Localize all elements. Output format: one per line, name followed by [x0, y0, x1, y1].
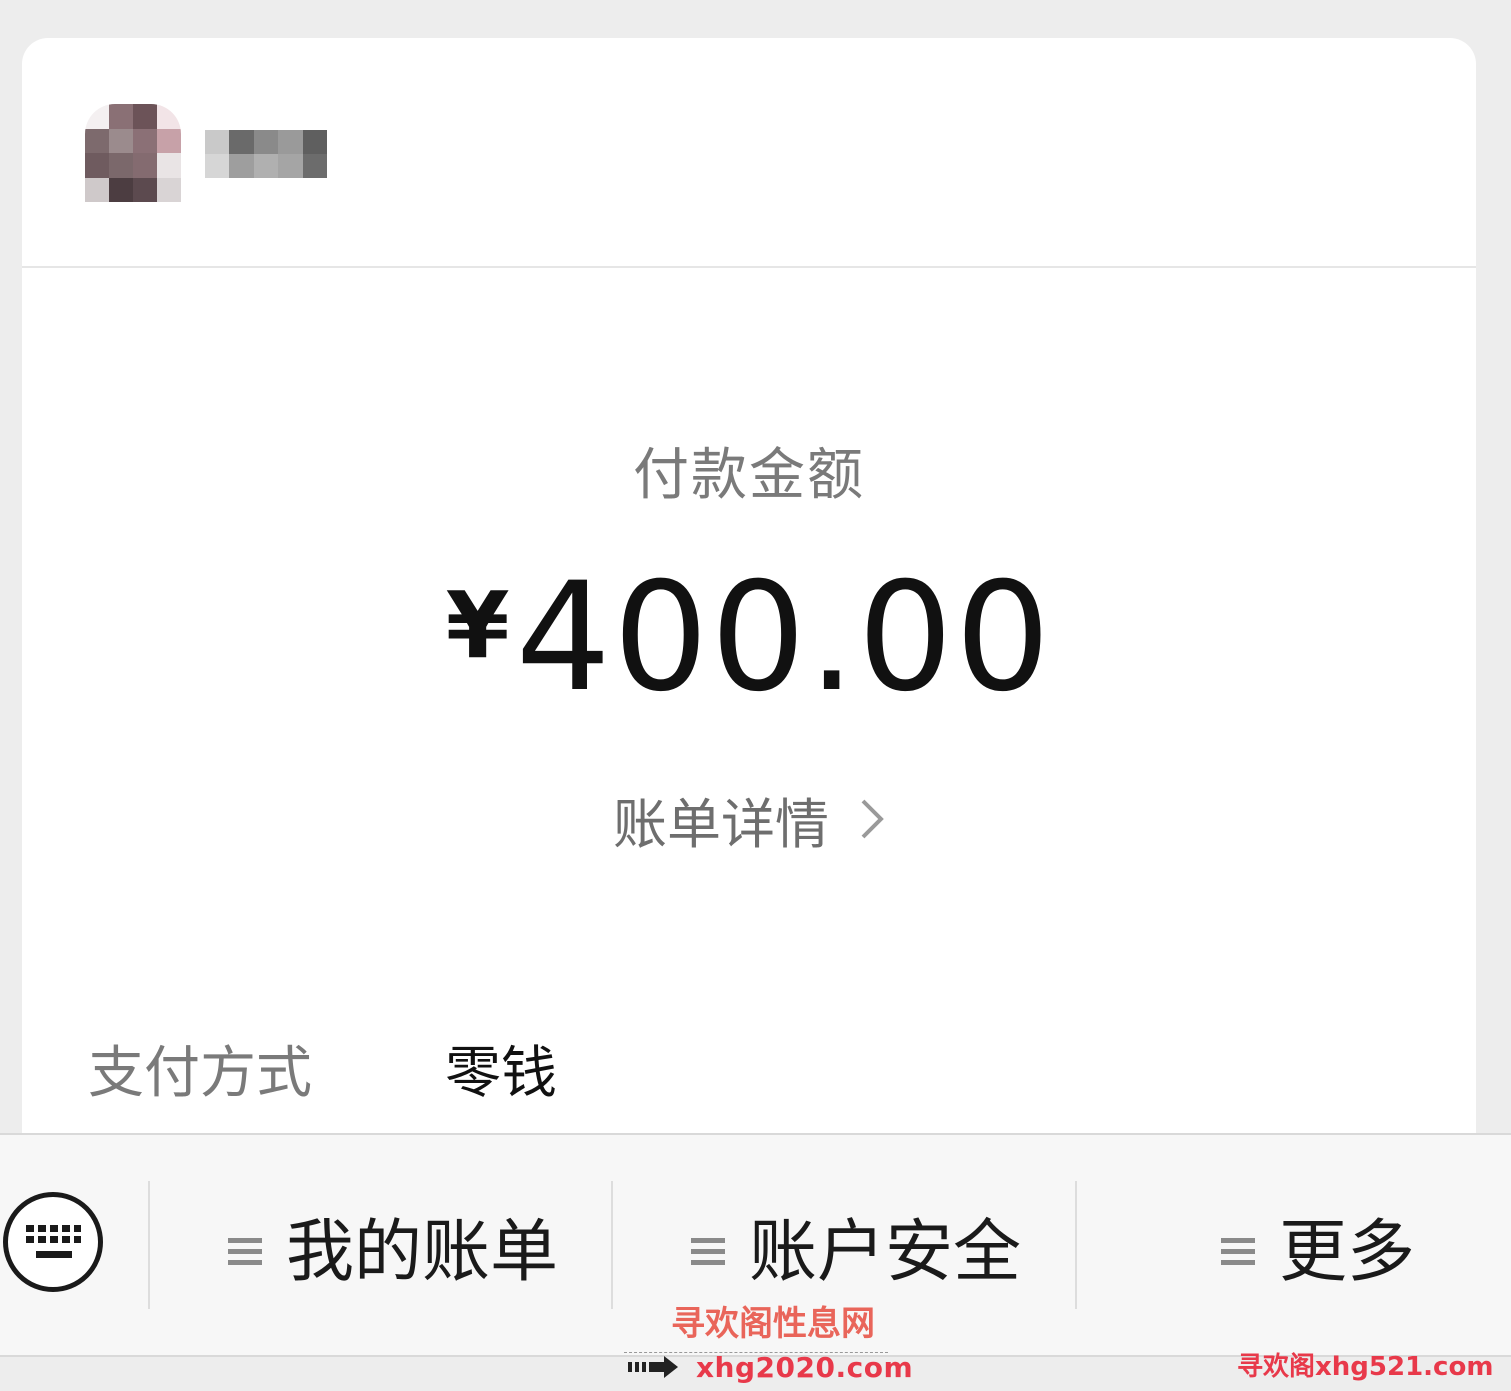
- menu-item-label: 账户安全: [749, 1212, 1022, 1292]
- menu-icon: [1221, 1206, 1255, 1285]
- watermark-url: xhg2020.com: [696, 1351, 914, 1384]
- bill-detail-label: 账单详情: [613, 793, 829, 856]
- menu-item-my-bills[interactable]: 我的账单: [228, 1205, 558, 1292]
- menu-divider: [611, 1181, 613, 1309]
- avatar: [85, 104, 181, 202]
- menu-item-label: 我的账单: [286, 1212, 559, 1292]
- menu-divider: [148, 1181, 150, 1309]
- menu-icon: [228, 1206, 262, 1285]
- payment-card: 付款金额 ¥400.00 账单详情 支付方式 零钱: [22, 38, 1476, 1148]
- payment-amount: ¥400.00: [22, 558, 1476, 718]
- payment-method-label: 支付方式: [88, 1041, 312, 1106]
- arrow-right-icon: [628, 1355, 680, 1383]
- menu-item-account-security[interactable]: 账户安全: [691, 1205, 1021, 1292]
- menu-divider: [1075, 1181, 1077, 1309]
- currency-symbol: ¥: [445, 572, 510, 679]
- amount-label: 付款金额: [633, 443, 865, 508]
- menu-item-more[interactable]: 更多: [1221, 1205, 1415, 1292]
- merchant-name-pixelated: [205, 130, 327, 178]
- merchant-header[interactable]: [22, 38, 1476, 268]
- watermark-site-name: 寻欢阁性息网: [671, 1304, 875, 1344]
- payment-method-value: 零钱: [445, 1041, 557, 1106]
- watermark-url-block: xhg2020.com: [624, 1351, 913, 1387]
- payment-detail-page: 付款金额 ¥400.00 账单详情 支付方式 零钱 我的账单 账户安全 更多 寻…: [0, 0, 1511, 1391]
- chevron-right-icon: [859, 791, 885, 854]
- amount-value: 400.00: [515, 551, 1053, 725]
- menu-item-label: 更多: [1279, 1212, 1416, 1292]
- menu-icon: [691, 1206, 725, 1285]
- watermark-corner: 寻欢阁xhg521.com: [1237, 1352, 1494, 1382]
- keyboard-toggle-button[interactable]: [3, 1192, 103, 1292]
- bill-detail-link[interactable]: 账单详情: [22, 780, 1476, 860]
